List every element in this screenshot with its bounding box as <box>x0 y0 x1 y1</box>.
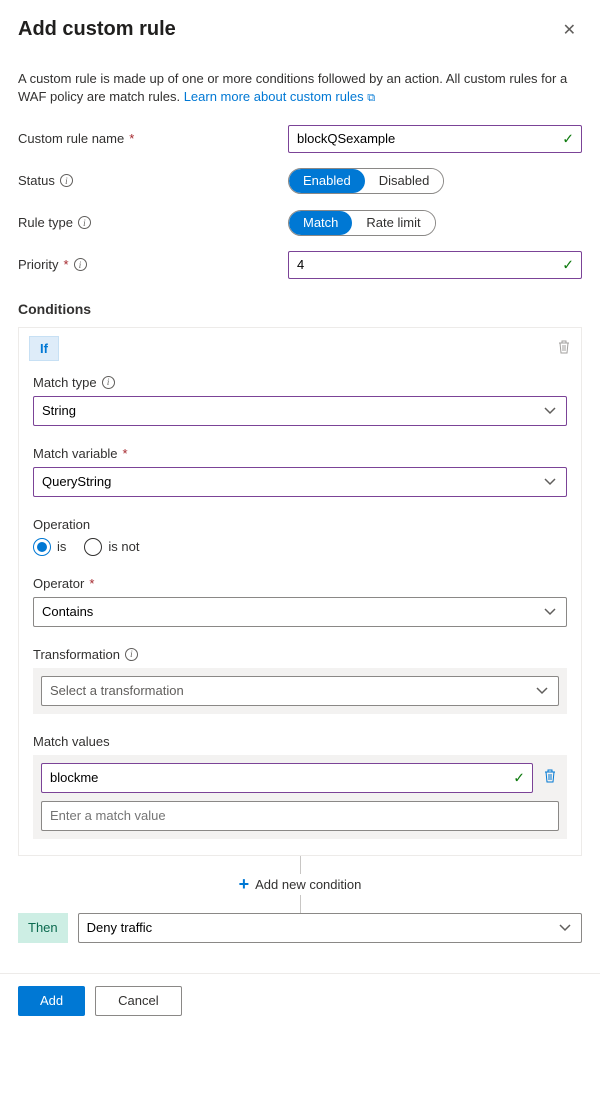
info-icon[interactable]: i <box>60 174 73 187</box>
ruletype-toggle[interactable]: Match Rate limit <box>288 210 436 236</box>
then-badge: Then <box>18 913 68 943</box>
match-values-label: Match values <box>33 734 567 749</box>
info-icon[interactable]: i <box>125 648 138 661</box>
connector-line <box>18 895 582 913</box>
operator-select[interactable]: Contains <box>33 597 567 627</box>
intro-text: A custom rule is made up of one or more … <box>18 70 582 107</box>
delete-condition-icon[interactable] <box>557 339 571 357</box>
status-label: Status i <box>18 173 288 188</box>
match-variable-label: Match variable* <box>33 446 567 461</box>
operation-label: Operation <box>33 517 567 532</box>
external-link-icon: ⧉ <box>367 92 375 104</box>
radio-icon <box>33 538 51 556</box>
status-toggle[interactable]: Enabled Disabled <box>288 168 444 194</box>
then-action-select[interactable]: Deny traffic <box>78 913 582 943</box>
match-type-label: Match type i <box>33 375 567 390</box>
check-icon: ✓ <box>513 769 525 786</box>
ruletype-ratelimit[interactable]: Rate limit <box>352 211 434 235</box>
operator-label: Operator* <box>33 576 567 591</box>
match-value-input[interactable] <box>41 763 533 793</box>
match-variable-select[interactable]: QueryString <box>33 467 567 497</box>
info-icon[interactable]: i <box>102 376 115 389</box>
add-button[interactable]: Add <box>18 986 85 1016</box>
plus-icon: + <box>239 874 250 895</box>
conditions-heading: Conditions <box>18 301 582 317</box>
delete-match-value-icon[interactable] <box>541 768 559 787</box>
condition-card: If Match type i String Match variable* Q… <box>18 327 582 856</box>
status-disabled[interactable]: Disabled <box>365 169 444 193</box>
info-icon[interactable]: i <box>74 258 87 271</box>
priority-label: Priority* i <box>18 257 288 272</box>
status-enabled[interactable]: Enabled <box>289 169 365 193</box>
close-icon[interactable]: ✕ <box>557 18 582 42</box>
check-icon: ✓ <box>562 130 574 147</box>
transformation-label: Transformation i <box>33 647 567 662</box>
check-icon: ✓ <box>562 256 574 273</box>
cancel-button[interactable]: Cancel <box>95 986 181 1016</box>
rule-name-label: Custom rule name* <box>18 131 288 146</box>
transformation-select[interactable]: Select a transformation <box>41 676 559 706</box>
operation-isnot-radio[interactable]: is not <box>84 538 139 556</box>
match-value-new-input[interactable] <box>41 801 559 831</box>
ruletype-match[interactable]: Match <box>289 211 352 235</box>
if-badge: If <box>29 336 59 361</box>
priority-input[interactable] <box>288 251 582 279</box>
connector-line <box>18 856 582 874</box>
radio-icon <box>84 538 102 556</box>
learn-more-link[interactable]: Learn more about custom rules ⧉ <box>184 89 375 104</box>
page-title: Add custom rule <box>18 18 176 41</box>
info-icon[interactable]: i <box>78 216 91 229</box>
rule-name-input[interactable] <box>288 125 582 153</box>
match-type-select[interactable]: String <box>33 396 567 426</box>
add-condition-button[interactable]: + Add new condition <box>18 874 582 895</box>
ruletype-label: Rule type i <box>18 215 288 230</box>
operation-is-radio[interactable]: is <box>33 538 66 556</box>
learn-more-text: Learn more about custom rules <box>184 89 364 104</box>
